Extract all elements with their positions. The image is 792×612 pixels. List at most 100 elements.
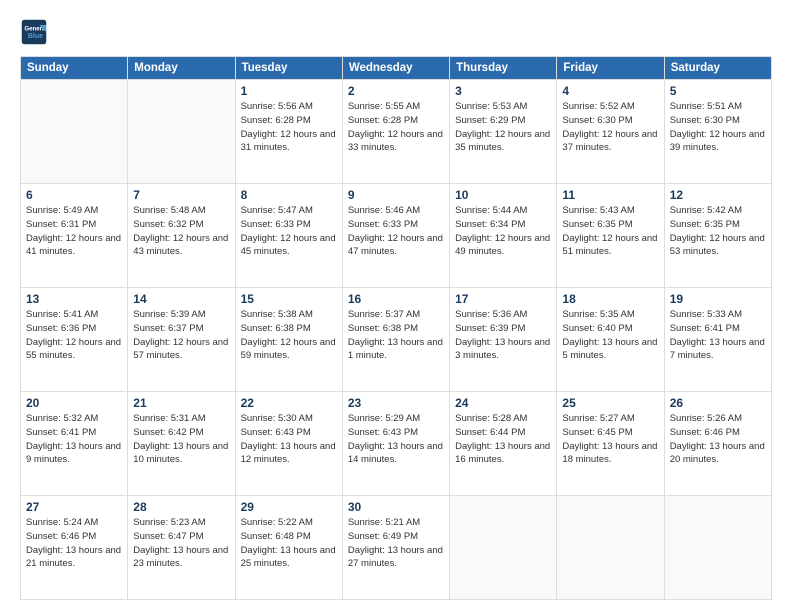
day-info: Sunrise: 5:22 AM Sunset: 6:48 PM Dayligh… (241, 516, 337, 571)
day-number: 19 (670, 292, 766, 306)
calendar-cell (21, 80, 128, 184)
day-info: Sunrise: 5:21 AM Sunset: 6:49 PM Dayligh… (348, 516, 444, 571)
calendar-cell: 14 Sunrise: 5:39 AM Sunset: 6:37 PM Dayli… (128, 288, 235, 392)
day-info: Sunrise: 5:36 AM Sunset: 6:39 PM Dayligh… (455, 308, 551, 363)
page: General Blue SundayMondayTuesdayWednesda… (0, 0, 792, 612)
calendar-header-row: SundayMondayTuesdayWednesdayThursdayFrid… (21, 57, 772, 80)
calendar-cell: 13 Sunrise: 5:41 AM Sunset: 6:36 PM Dayli… (21, 288, 128, 392)
calendar-cell: 18Sunrise: 5:35 AM Sunset: 6:40 PM Dayli… (557, 288, 664, 392)
day-info: Sunrise: 5:38 AM Sunset: 6:38 PM Dayligh… (241, 308, 337, 363)
day-number: 6 (26, 188, 122, 202)
day-number: 26 (670, 396, 766, 410)
day-info: Sunrise: 5:32 AM Sunset: 6:41 PM Dayligh… (26, 412, 122, 467)
calendar-cell: 11 Sunrise: 5:43 AM Sunset: 6:35 PM Dayli… (557, 184, 664, 288)
calendar-cell: 5Sunrise: 5:51 AM Sunset: 6:30 PM Daylig… (664, 80, 771, 184)
day-info: Sunrise: 5:48 AM Sunset: 6:32 PM Dayligh… (133, 204, 229, 259)
day-number: 25 (562, 396, 658, 410)
day-number: 10 (455, 188, 551, 202)
day-number: 15 (241, 292, 337, 306)
day-number: 21 (133, 396, 229, 410)
calendar-cell (557, 496, 664, 600)
calendar-cell: 9 Sunrise: 5:46 AM Sunset: 6:33 PM Daylig… (342, 184, 449, 288)
day-info: Sunrise: 5:37 AM Sunset: 6:38 PM Dayligh… (348, 308, 444, 363)
logo-icon: General Blue (20, 18, 48, 46)
header: General Blue (20, 18, 772, 46)
day-info: Sunrise: 5:28 AM Sunset: 6:44 PM Dayligh… (455, 412, 551, 467)
day-number: 30 (348, 500, 444, 514)
day-number: 12 (670, 188, 766, 202)
calendar-cell: 23 Sunrise: 5:29 AM Sunset: 6:43 PM Dayli… (342, 392, 449, 496)
day-info: Sunrise: 5:30 AM Sunset: 6:43 PM Dayligh… (241, 412, 337, 467)
calendar-cell: 16 Sunrise: 5:37 AM Sunset: 6:38 PM Dayli… (342, 288, 449, 392)
calendar-cell: 28Sunrise: 5:23 AM Sunset: 6:47 PM Dayli… (128, 496, 235, 600)
day-info: Sunrise: 5:39 AM Sunset: 6:37 PM Dayligh… (133, 308, 229, 363)
calendar-cell: 29 Sunrise: 5:22 AM Sunset: 6:48 PM Dayli… (235, 496, 342, 600)
day-info: Sunrise: 5:44 AM Sunset: 6:34 PM Dayligh… (455, 204, 551, 259)
day-info: Sunrise: 5:56 AM Sunset: 6:28 PM Dayligh… (241, 100, 337, 155)
calendar: SundayMondayTuesdayWednesdayThursdayFrid… (20, 56, 772, 600)
day-number: 29 (241, 500, 337, 514)
day-number: 23 (348, 396, 444, 410)
day-info: Sunrise: 5:52 AM Sunset: 6:30 PM Dayligh… (562, 100, 658, 155)
calendar-cell (664, 496, 771, 600)
calendar-cell: 3 Sunrise: 5:53 AM Sunset: 6:29 PM Daylig… (450, 80, 557, 184)
calendar-cell (128, 80, 235, 184)
calendar-cell: 20Sunrise: 5:32 AM Sunset: 6:41 PM Dayli… (21, 392, 128, 496)
day-number: 27 (26, 500, 122, 514)
day-number: 9 (348, 188, 444, 202)
calendar-cell: 7 Sunrise: 5:48 AM Sunset: 6:32 PM Daylig… (128, 184, 235, 288)
svg-text:Blue: Blue (28, 33, 43, 40)
day-info: Sunrise: 5:49 AM Sunset: 6:31 PM Dayligh… (26, 204, 122, 259)
calendar-week-5: 27 Sunrise: 5:24 AM Sunset: 6:46 PM Dayli… (21, 496, 772, 600)
day-number: 8 (241, 188, 337, 202)
day-header-wednesday: Wednesday (342, 57, 449, 80)
day-header-saturday: Saturday (664, 57, 771, 80)
day-number: 22 (241, 396, 337, 410)
day-info: Sunrise: 5:46 AM Sunset: 6:33 PM Dayligh… (348, 204, 444, 259)
day-info: Sunrise: 5:55 AM Sunset: 6:28 PM Dayligh… (348, 100, 444, 155)
day-info: Sunrise: 5:42 AM Sunset: 6:35 PM Dayligh… (670, 204, 766, 259)
day-info: Sunrise: 5:53 AM Sunset: 6:29 PM Dayligh… (455, 100, 551, 155)
day-header-sunday: Sunday (21, 57, 128, 80)
calendar-week-4: 20Sunrise: 5:32 AM Sunset: 6:41 PM Dayli… (21, 392, 772, 496)
calendar-cell: 21 Sunrise: 5:31 AM Sunset: 6:42 PM Dayli… (128, 392, 235, 496)
logo: General Blue (20, 18, 52, 46)
calendar-cell: 17 Sunrise: 5:36 AM Sunset: 6:39 PM Dayli… (450, 288, 557, 392)
day-number: 7 (133, 188, 229, 202)
day-number: 18 (562, 292, 658, 306)
day-header-tuesday: Tuesday (235, 57, 342, 80)
day-number: 16 (348, 292, 444, 306)
day-info: Sunrise: 5:43 AM Sunset: 6:35 PM Dayligh… (562, 204, 658, 259)
day-number: 3 (455, 84, 551, 98)
calendar-cell: 22 Sunrise: 5:30 AM Sunset: 6:43 PM Dayli… (235, 392, 342, 496)
day-number: 11 (562, 188, 658, 202)
day-info: Sunrise: 5:27 AM Sunset: 6:45 PM Dayligh… (562, 412, 658, 467)
calendar-cell: 10 Sunrise: 5:44 AM Sunset: 6:34 PM Dayli… (450, 184, 557, 288)
calendar-cell: 24 Sunrise: 5:28 AM Sunset: 6:44 PM Dayli… (450, 392, 557, 496)
day-number: 1 (241, 84, 337, 98)
calendar-cell (450, 496, 557, 600)
calendar-cell: 19 Sunrise: 5:33 AM Sunset: 6:41 PM Dayli… (664, 288, 771, 392)
calendar-cell: 12 Sunrise: 5:42 AM Sunset: 6:35 PM Dayli… (664, 184, 771, 288)
calendar-week-2: 6 Sunrise: 5:49 AM Sunset: 6:31 PM Daylig… (21, 184, 772, 288)
day-info: Sunrise: 5:29 AM Sunset: 6:43 PM Dayligh… (348, 412, 444, 467)
day-info: Sunrise: 5:51 AM Sunset: 6:30 PM Dayligh… (670, 100, 766, 155)
day-info: Sunrise: 5:47 AM Sunset: 6:33 PM Dayligh… (241, 204, 337, 259)
calendar-cell: 25 Sunrise: 5:27 AM Sunset: 6:45 PM Dayli… (557, 392, 664, 496)
day-number: 24 (455, 396, 551, 410)
day-info: Sunrise: 5:26 AM Sunset: 6:46 PM Dayligh… (670, 412, 766, 467)
day-number: 2 (348, 84, 444, 98)
calendar-cell: 1 Sunrise: 5:56 AM Sunset: 6:28 PM Daylig… (235, 80, 342, 184)
day-number: 13 (26, 292, 122, 306)
day-info: Sunrise: 5:41 AM Sunset: 6:36 PM Dayligh… (26, 308, 122, 363)
day-info: Sunrise: 5:33 AM Sunset: 6:41 PM Dayligh… (670, 308, 766, 363)
day-number: 17 (455, 292, 551, 306)
day-info: Sunrise: 5:24 AM Sunset: 6:46 PM Dayligh… (26, 516, 122, 571)
calendar-cell: 8 Sunrise: 5:47 AM Sunset: 6:33 PM Daylig… (235, 184, 342, 288)
calendar-week-1: 1 Sunrise: 5:56 AM Sunset: 6:28 PM Daylig… (21, 80, 772, 184)
calendar-cell: 15 Sunrise: 5:38 AM Sunset: 6:38 PM Dayli… (235, 288, 342, 392)
calendar-cell: 27 Sunrise: 5:24 AM Sunset: 6:46 PM Dayli… (21, 496, 128, 600)
day-info: Sunrise: 5:31 AM Sunset: 6:42 PM Dayligh… (133, 412, 229, 467)
calendar-cell: 4Sunrise: 5:52 AM Sunset: 6:30 PM Daylig… (557, 80, 664, 184)
day-number: 14 (133, 292, 229, 306)
